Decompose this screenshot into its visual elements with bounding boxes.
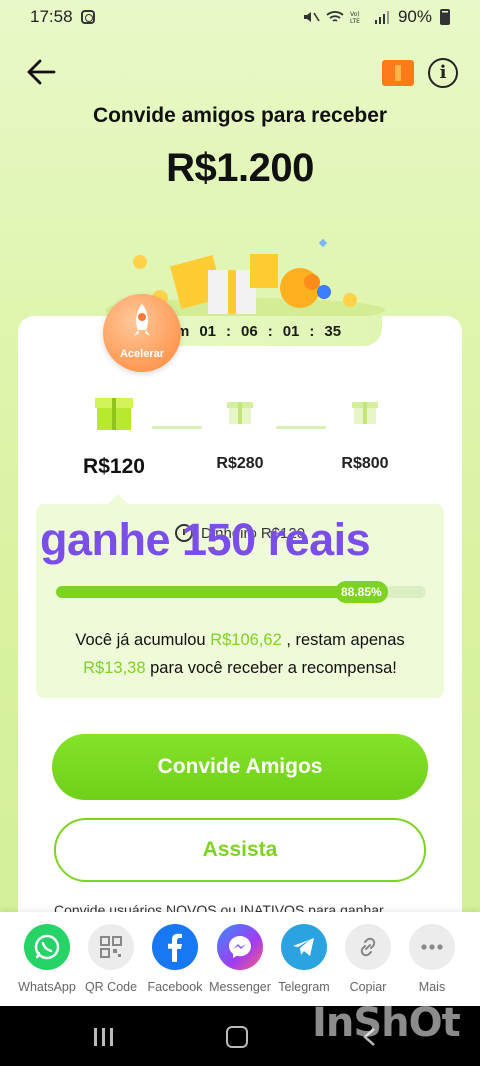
progress-percent-badge: 88.85%: [335, 581, 388, 603]
overlay-caption: ganhe 150 reais: [40, 514, 371, 565]
info-icon[interactable]: i: [428, 58, 458, 88]
recents-icon[interactable]: [92, 1028, 116, 1046]
status-bar: 17:58 Vo) LTE 90%: [0, 0, 480, 34]
inshot-watermark: InShOt: [312, 1000, 461, 1046]
share-copy-link[interactable]: Copiar: [336, 924, 400, 994]
share-bar: WhatsApp QR Code Facebook Messenger Tele…: [0, 912, 480, 1006]
tier-item[interactable]: R$800: [315, 392, 415, 473]
tier-value: R$120: [83, 455, 145, 478]
share-label: Copiar: [349, 980, 387, 994]
timer-minutes: 06: [241, 322, 258, 340]
share-qr-code[interactable]: QR Code: [79, 924, 143, 994]
invite-friends-button[interactable]: Convide Amigos: [52, 734, 428, 800]
accelerate-button[interactable]: Acelerar: [103, 294, 181, 372]
wifi-icon: [326, 11, 344, 22]
accumulated-text: Você já acumulou R$106,62 , restam apena…: [46, 626, 434, 682]
rocket-icon: [134, 304, 150, 336]
share-label: Mais: [418, 980, 446, 994]
reward-amount: R$1.200: [166, 146, 314, 190]
remaining-amount: R$13,38: [83, 659, 146, 677]
countdown-timer: m 01: 06: 01: 35: [150, 316, 382, 346]
telegram-icon: [281, 924, 327, 970]
share-label: Facebook: [147, 980, 203, 994]
share-facebook[interactable]: Facebook: [143, 924, 207, 994]
share-whatsapp[interactable]: WhatsApp: [15, 924, 79, 994]
home-icon[interactable]: [226, 1026, 248, 1048]
share-label: QR Code: [84, 980, 138, 994]
battery-percent: 90%: [397, 7, 432, 26]
share-label: Messenger: [209, 980, 271, 994]
accelerate-label: Acelerar: [119, 348, 165, 360]
gift-box-icon: [352, 402, 378, 424]
top-bar: i: [0, 50, 480, 94]
arrow-left-icon[interactable]: [24, 54, 60, 90]
tier-item[interactable]: R$280: [190, 392, 290, 473]
instagram-icon: [80, 10, 95, 24]
timer-seconds: 01: [282, 322, 300, 340]
link-icon: [345, 924, 391, 970]
mute-icon: [303, 12, 320, 22]
share-label: WhatsApp: [18, 980, 76, 994]
ticket-icon[interactable]: [382, 60, 414, 86]
watch-button[interactable]: Assista: [54, 818, 426, 882]
tier-value: R$280: [216, 455, 264, 472]
tier-item[interactable]: R$120: [64, 392, 164, 479]
accum-suffix: para você receber a recompensa!: [145, 659, 397, 677]
share-more[interactable]: Mais: [400, 924, 464, 994]
more-icon: [409, 924, 455, 970]
svg-text:Vo): Vo): [350, 11, 360, 18]
facebook-icon: [152, 924, 198, 970]
svg-text:LTE: LTE: [350, 18, 360, 24]
accum-prefix: Você já acumulou: [75, 631, 211, 649]
status-icons: Vo) LTE 90%: [302, 7, 450, 27]
messenger-icon: [217, 924, 263, 970]
timer-frames: 35: [324, 322, 342, 340]
app-screen: 17:58 Vo) LTE 90% i Convide amigos para r…: [0, 0, 480, 1006]
page-title: Convide amigos para receber: [92, 104, 388, 127]
gift-box-icon: [95, 398, 133, 430]
share-messenger[interactable]: Messenger: [208, 924, 272, 994]
share-label: Telegram: [278, 980, 330, 994]
signal-icon: [374, 11, 389, 24]
status-time: 17:58: [30, 7, 73, 26]
tier-value: R$800: [341, 455, 389, 472]
gift-box-icon: [227, 402, 253, 424]
reward-tiers: R$120 R$280 R$800: [18, 392, 462, 482]
volte-icon: Vo)LTE: [350, 11, 360, 24]
timer-hours: 01: [199, 322, 217, 340]
battery-icon: [440, 9, 450, 25]
share-telegram[interactable]: Telegram: [272, 924, 336, 994]
accum-mid: , restam apenas: [281, 631, 405, 649]
accum-amount: R$106,62: [210, 631, 282, 649]
progress-bar: 88.85%: [56, 581, 426, 603]
qr-code-icon: [88, 924, 134, 970]
whatsapp-icon: [24, 924, 70, 970]
